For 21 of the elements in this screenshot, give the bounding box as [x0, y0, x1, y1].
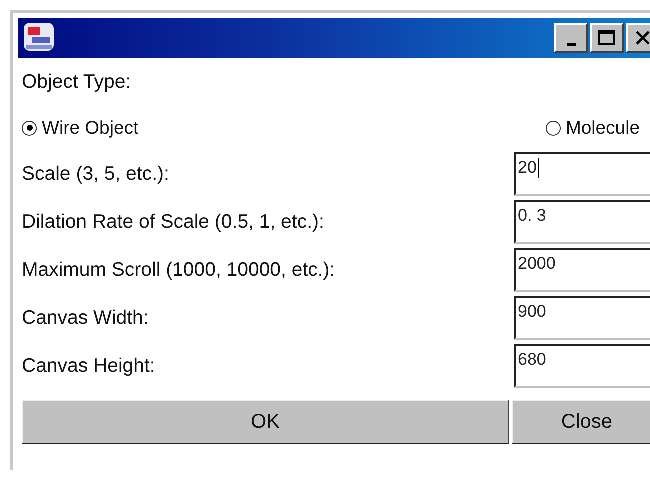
close-button[interactable]: Close [512, 400, 650, 444]
radio-option[interactable]: Wire Object [22, 117, 139, 139]
maximize-button[interactable] [590, 23, 624, 53]
minimize-icon [566, 42, 576, 46]
input-field[interactable]: 900 [514, 296, 650, 340]
close-icon [635, 31, 650, 45]
field-label: Maximum Scroll (1000, 10000, etc.): [22, 258, 336, 282]
field-label: Canvas Width: [22, 306, 149, 330]
minimize-button[interactable] [554, 23, 588, 53]
field-label: Dilation Rate of Scale (0.5, 1, etc.): [22, 210, 324, 234]
ok-button[interactable]: OK [22, 400, 509, 444]
radio-option[interactable]: Molecule [546, 117, 640, 139]
close-button[interactable] [626, 23, 650, 53]
field-label: Scale (3, 5, etc.): [22, 162, 170, 186]
section-label: Object Type: [22, 70, 132, 94]
field-label: Canvas Height: [22, 354, 156, 378]
input-field[interactable]: 0. 3 [514, 200, 650, 244]
maximize-icon [598, 30, 616, 46]
input-field[interactable]: 20 [514, 152, 650, 196]
input-field[interactable]: 680 [514, 344, 650, 388]
input-field[interactable]: 2000 [514, 248, 650, 292]
